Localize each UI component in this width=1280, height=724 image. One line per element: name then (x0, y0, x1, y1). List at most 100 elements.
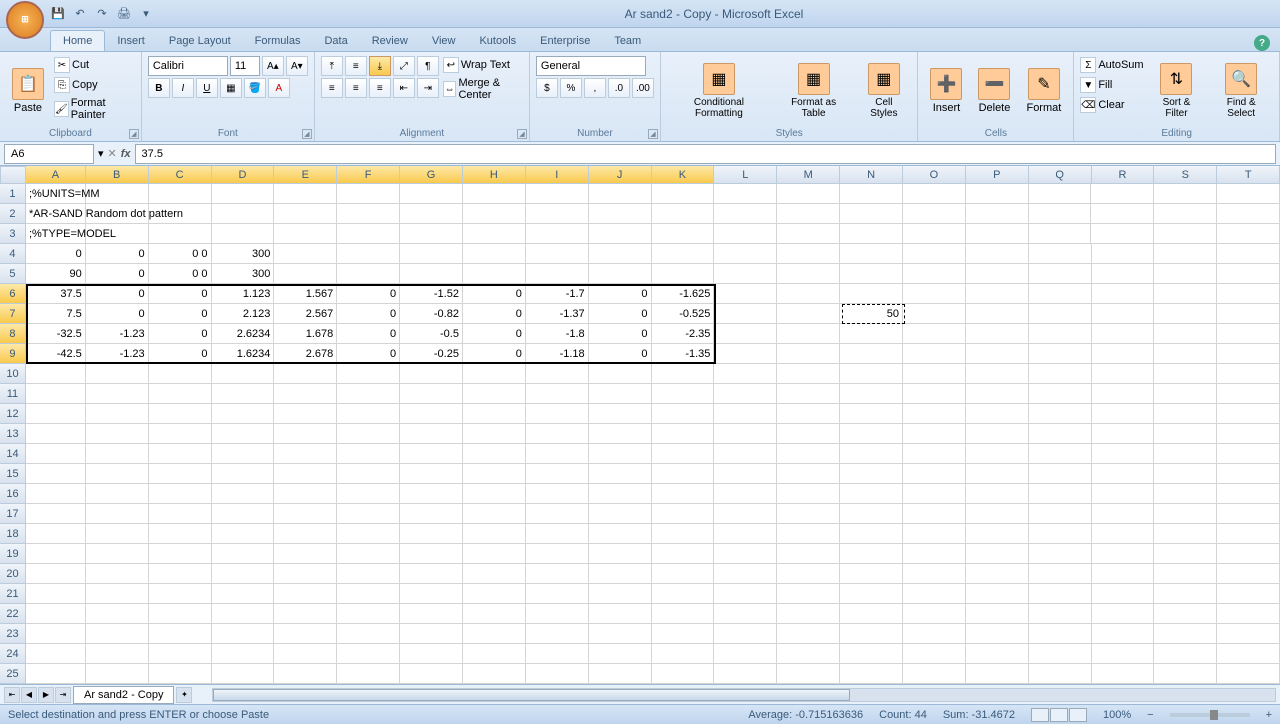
cell-L4[interactable] (714, 244, 777, 264)
cell-S16[interactable] (1154, 484, 1217, 504)
cell-I23[interactable] (526, 624, 589, 644)
border-button[interactable]: ▦ (220, 78, 242, 98)
alignment-launcher[interactable]: ◢ (517, 129, 527, 139)
cell-Q25[interactable] (1029, 664, 1092, 684)
cell-G22[interactable] (400, 604, 463, 624)
cell-P11[interactable] (966, 384, 1029, 404)
cell-M23[interactable] (777, 624, 840, 644)
cell-P24[interactable] (966, 644, 1029, 664)
cell-K12[interactable] (652, 404, 715, 424)
cell-I13[interactable] (526, 424, 589, 444)
cell-L1[interactable] (714, 184, 777, 204)
cell-H2[interactable] (463, 204, 526, 224)
cell-B10[interactable] (86, 364, 149, 384)
cell-P15[interactable] (966, 464, 1029, 484)
cell-T1[interactable] (1217, 184, 1280, 204)
cell-K24[interactable] (652, 644, 715, 664)
cell-O17[interactable] (903, 504, 966, 524)
cell-P20[interactable] (966, 564, 1029, 584)
select-all-corner[interactable] (0, 166, 26, 184)
cell-C15[interactable] (149, 464, 212, 484)
cell-J5[interactable] (589, 264, 652, 284)
cell-J6[interactable]: 0 (589, 284, 652, 304)
tab-review[interactable]: Review (360, 31, 420, 51)
cell-H21[interactable] (463, 584, 526, 604)
cell-J17[interactable] (589, 504, 652, 524)
cell-Q9[interactable] (1029, 344, 1092, 364)
cell-N14[interactable] (840, 444, 903, 464)
cell-Q3[interactable] (1029, 224, 1092, 244)
row-header-1[interactable]: 1 (0, 184, 26, 204)
tab-formulas[interactable]: Formulas (243, 31, 313, 51)
cell-D23[interactable] (212, 624, 275, 644)
cell-E13[interactable] (274, 424, 337, 444)
cell-R7[interactable] (1092, 304, 1155, 324)
cell-A11[interactable] (26, 384, 86, 404)
cell-T7[interactable] (1217, 304, 1280, 324)
row-header-3[interactable]: 3 (0, 224, 26, 244)
grow-font-button[interactable]: A▴ (262, 56, 284, 76)
cell-A6[interactable]: 37.5 (26, 284, 86, 304)
cell-B19[interactable] (86, 544, 149, 564)
zoom-in-button[interactable]: + (1266, 709, 1272, 721)
cell-I24[interactable] (526, 644, 589, 664)
tab-team[interactable]: Team (602, 31, 653, 51)
format-painter-button[interactable]: 🖌Format Painter (54, 96, 135, 122)
col-header-D[interactable]: D (212, 166, 275, 184)
cell-D10[interactable] (212, 364, 275, 384)
cell-B4[interactable]: 0 (86, 244, 149, 264)
cell-F13[interactable] (337, 424, 400, 444)
cell-Q15[interactable] (1029, 464, 1092, 484)
cell-B1[interactable] (86, 184, 149, 204)
row-header-24[interactable]: 24 (0, 644, 26, 664)
cell-E18[interactable] (274, 524, 337, 544)
help-icon[interactable]: ? (1254, 35, 1270, 51)
cell-K11[interactable] (652, 384, 715, 404)
cell-T2[interactable] (1217, 204, 1280, 224)
cell-F2[interactable] (337, 204, 400, 224)
zoom-slider[interactable] (1170, 713, 1250, 717)
cell-R2[interactable] (1091, 204, 1154, 224)
cell-H17[interactable] (463, 504, 526, 524)
cell-F20[interactable] (337, 564, 400, 584)
increase-indent-button[interactable]: ⇥ (417, 78, 439, 98)
cell-K10[interactable] (652, 364, 715, 384)
cell-Q7[interactable] (1029, 304, 1092, 324)
cell-C24[interactable] (149, 644, 212, 664)
cell-K3[interactable] (652, 224, 715, 244)
cell-C20[interactable] (149, 564, 212, 584)
cell-P4[interactable] (966, 244, 1029, 264)
cell-M22[interactable] (777, 604, 840, 624)
cell-Q18[interactable] (1029, 524, 1092, 544)
cell-B14[interactable] (86, 444, 149, 464)
cell-J18[interactable] (589, 524, 652, 544)
cell-F11[interactable] (337, 384, 400, 404)
cell-O24[interactable] (903, 644, 966, 664)
cell-O10[interactable] (903, 364, 966, 384)
cell-P25[interactable] (966, 664, 1029, 684)
number-format-select[interactable]: General (536, 56, 646, 76)
cell-A16[interactable] (26, 484, 86, 504)
cell-K20[interactable] (652, 564, 715, 584)
cell-M13[interactable] (777, 424, 840, 444)
cell-H16[interactable] (463, 484, 526, 504)
cell-H10[interactable] (463, 364, 526, 384)
cell-D8[interactable]: 2.6234 (212, 324, 275, 344)
cell-D2[interactable] (212, 204, 275, 224)
cell-T14[interactable] (1217, 444, 1280, 464)
format-cells-button[interactable]: ✎Format (1020, 56, 1067, 126)
cell-D21[interactable] (212, 584, 275, 604)
row-header-21[interactable]: 21 (0, 584, 26, 604)
cell-B11[interactable] (86, 384, 149, 404)
cell-S18[interactable] (1154, 524, 1217, 544)
cell-O16[interactable] (903, 484, 966, 504)
cell-N21[interactable] (840, 584, 903, 604)
cell-F4[interactable] (337, 244, 400, 264)
cell-G19[interactable] (400, 544, 463, 564)
cell-R4[interactable] (1092, 244, 1155, 264)
conditional-formatting-button[interactable]: ▦Conditional Formatting (667, 56, 771, 126)
cell-D18[interactable] (212, 524, 275, 544)
cell-Q6[interactable] (1029, 284, 1092, 304)
cell-K17[interactable] (652, 504, 715, 524)
row-header-10[interactable]: 10 (0, 364, 26, 384)
